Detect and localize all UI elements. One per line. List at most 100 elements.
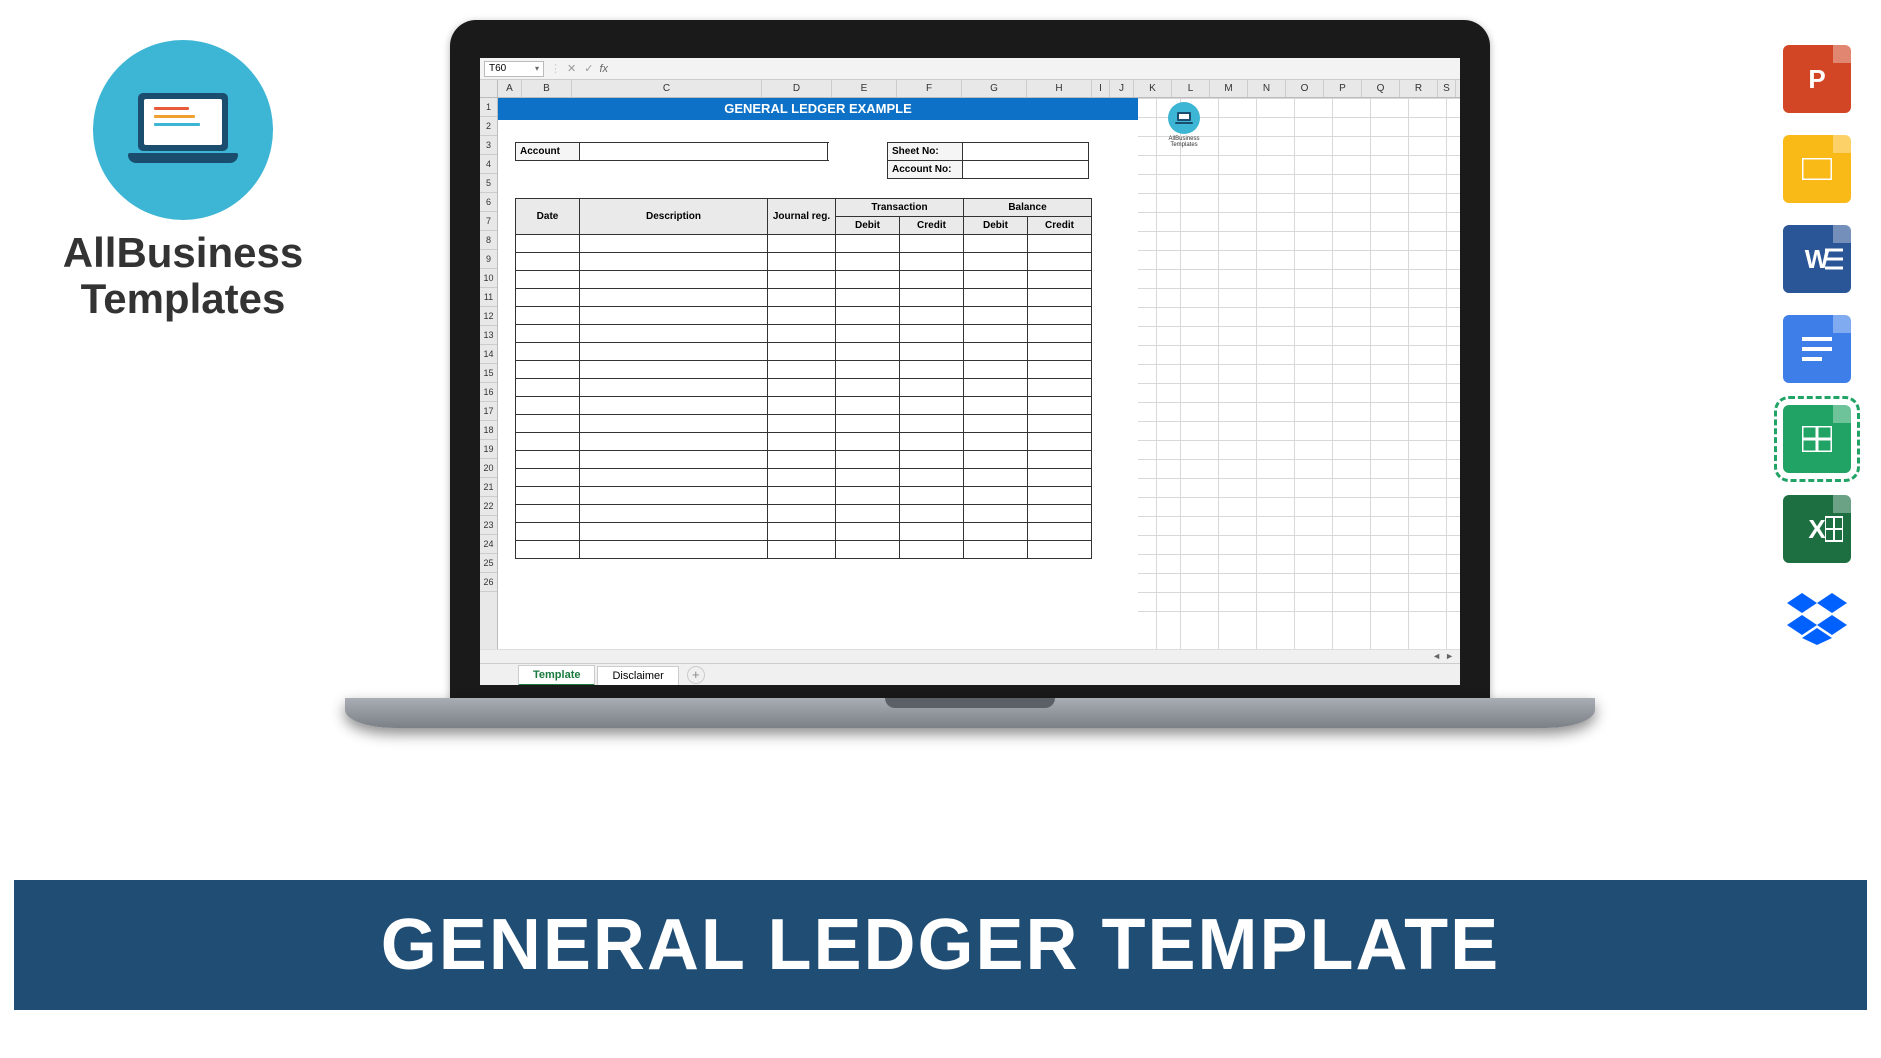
col-header[interactable]: N [1248, 80, 1286, 97]
table-cell[interactable] [1028, 469, 1092, 487]
account-input[interactable] [580, 143, 828, 161]
table-cell[interactable] [836, 469, 900, 487]
table-cell[interactable] [836, 541, 900, 559]
table-cell[interactable] [580, 505, 768, 523]
table-cell[interactable] [768, 307, 836, 325]
row-header[interactable]: 26 [480, 573, 497, 592]
table-cell[interactable] [768, 253, 836, 271]
table-cell[interactable] [516, 523, 580, 541]
table-cell[interactable] [900, 235, 964, 253]
table-cell[interactable] [768, 271, 836, 289]
table-cell[interactable] [516, 541, 580, 559]
table-cell[interactable] [836, 523, 900, 541]
col-header[interactable]: L [1172, 80, 1210, 97]
cancel-icon[interactable]: ✕ [567, 62, 576, 75]
google-slides-icon[interactable] [1783, 135, 1851, 203]
col-header[interactable]: D [762, 80, 832, 97]
google-docs-icon[interactable] [1783, 315, 1851, 383]
select-all-corner[interactable] [480, 80, 498, 97]
table-row[interactable] [516, 415, 1092, 433]
table-cell[interactable] [836, 379, 900, 397]
table-cell[interactable] [1028, 271, 1092, 289]
table-cell[interactable] [964, 451, 1028, 469]
table-cell[interactable] [900, 307, 964, 325]
table-cell[interactable] [964, 415, 1028, 433]
table-cell[interactable] [900, 469, 964, 487]
table-cell[interactable] [900, 487, 964, 505]
row-header[interactable]: 6 [480, 193, 497, 212]
col-header[interactable]: Q [1362, 80, 1400, 97]
col-header[interactable]: F [897, 80, 962, 97]
table-row[interactable] [516, 469, 1092, 487]
table-cell[interactable] [516, 289, 580, 307]
row-header[interactable]: 17 [480, 402, 497, 421]
table-row[interactable] [516, 541, 1092, 559]
table-row[interactable] [516, 523, 1092, 541]
table-cell[interactable] [580, 433, 768, 451]
table-cell[interactable] [900, 523, 964, 541]
table-cell[interactable] [964, 487, 1028, 505]
table-cell[interactable] [580, 361, 768, 379]
row-header[interactable]: 18 [480, 421, 497, 440]
table-cell[interactable] [964, 253, 1028, 271]
table-cell[interactable] [580, 343, 768, 361]
google-sheets-icon[interactable] [1783, 405, 1851, 473]
table-cell[interactable] [1028, 379, 1092, 397]
table-cell[interactable] [964, 379, 1028, 397]
table-cell[interactable] [768, 343, 836, 361]
row-header[interactable]: 8 [480, 231, 497, 250]
row-header[interactable]: 5 [480, 174, 497, 193]
table-row[interactable] [516, 361, 1092, 379]
col-header[interactable]: M [1210, 80, 1248, 97]
row-header[interactable]: 20 [480, 459, 497, 478]
table-cell[interactable] [580, 379, 768, 397]
table-row[interactable] [516, 235, 1092, 253]
table-row[interactable] [516, 325, 1092, 343]
row-header[interactable]: 12 [480, 307, 497, 326]
table-cell[interactable] [516, 415, 580, 433]
excel-icon[interactable]: X [1783, 495, 1851, 563]
table-cell[interactable] [1028, 523, 1092, 541]
table-cell[interactable] [964, 325, 1028, 343]
table-cell[interactable] [900, 505, 964, 523]
table-cell[interactable] [1028, 361, 1092, 379]
table-row[interactable] [516, 397, 1092, 415]
table-cell[interactable] [900, 451, 964, 469]
table-cell[interactable] [1028, 253, 1092, 271]
tab-template[interactable]: Template [518, 665, 595, 685]
table-cell[interactable] [516, 343, 580, 361]
row-header[interactable]: 11 [480, 288, 497, 307]
name-box[interactable]: T60▾ [484, 61, 544, 77]
table-cell[interactable] [964, 343, 1028, 361]
table-cell[interactable] [516, 487, 580, 505]
table-cell[interactable] [836, 451, 900, 469]
table-cell[interactable] [768, 397, 836, 415]
table-cell[interactable] [900, 253, 964, 271]
table-cell[interactable] [768, 379, 836, 397]
column-headers[interactable]: ABCDEFGHIJKLMNOPQRS [480, 80, 1460, 98]
table-cell[interactable] [836, 505, 900, 523]
table-cell[interactable] [580, 271, 768, 289]
table-cell[interactable] [768, 325, 836, 343]
row-header[interactable]: 24 [480, 535, 497, 554]
table-cell[interactable] [900, 289, 964, 307]
table-cell[interactable] [836, 487, 900, 505]
spreadsheet-grid[interactable]: GENERAL LEDGER EXAMPLE AllBusinessTempla… [498, 98, 1460, 663]
sheet-tabs[interactable]: Template Disclaimer + [480, 663, 1460, 685]
scroll-right-icon[interactable]: ► [1445, 651, 1454, 661]
col-header[interactable]: H [1027, 80, 1092, 97]
table-cell[interactable] [900, 361, 964, 379]
table-cell[interactable] [768, 433, 836, 451]
table-row[interactable] [516, 379, 1092, 397]
dropbox-icon[interactable] [1783, 585, 1851, 653]
table-cell[interactable] [964, 361, 1028, 379]
col-header[interactable]: E [832, 80, 897, 97]
table-cell[interactable] [1028, 235, 1092, 253]
table-cell[interactable] [1028, 307, 1092, 325]
table-cell[interactable] [580, 253, 768, 271]
table-cell[interactable] [1028, 505, 1092, 523]
table-cell[interactable] [768, 415, 836, 433]
table-cell[interactable] [580, 289, 768, 307]
table-cell[interactable] [964, 541, 1028, 559]
table-cell[interactable] [516, 505, 580, 523]
